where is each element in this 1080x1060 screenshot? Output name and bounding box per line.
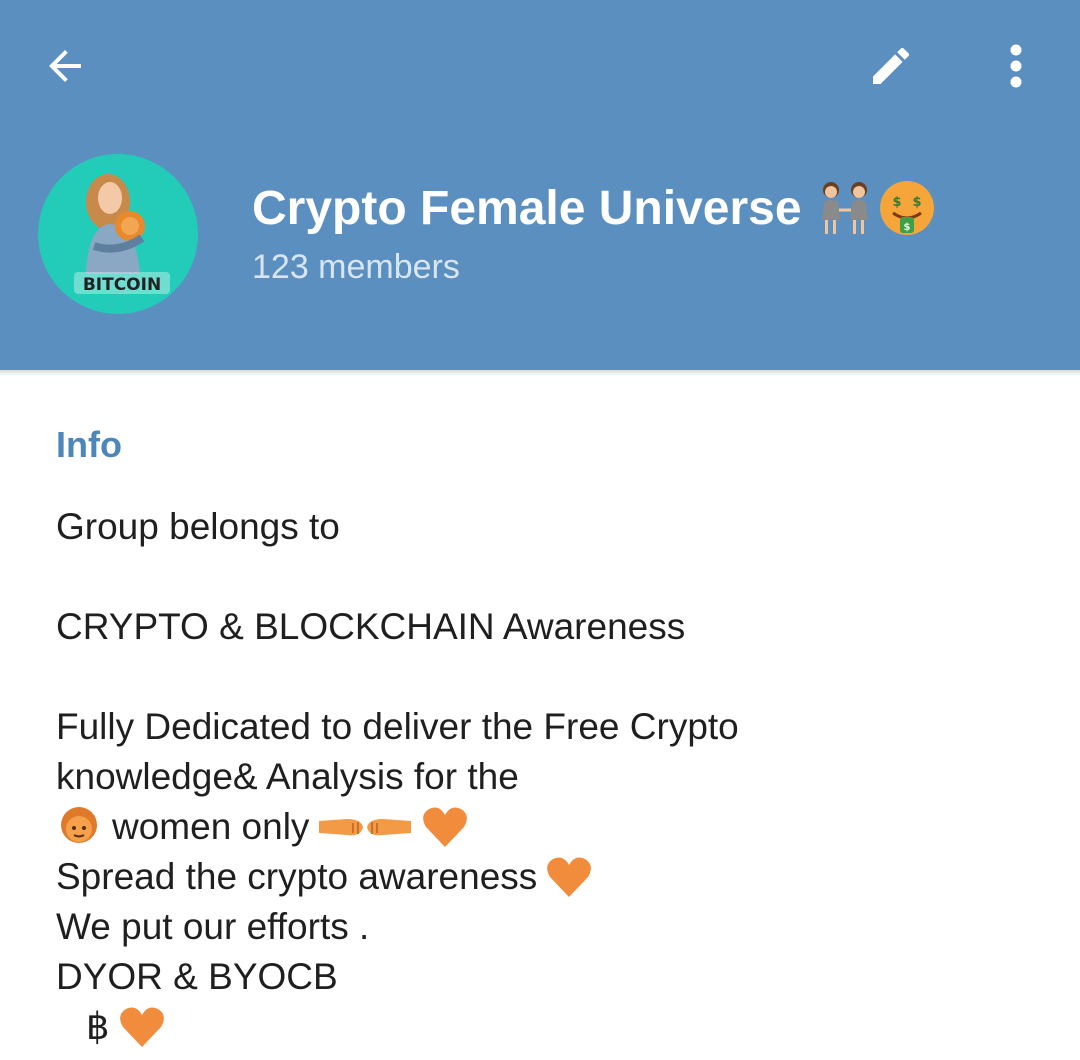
info-section-label: Info bbox=[56, 424, 122, 465]
arrow-left-icon bbox=[49, 50, 81, 82]
group-name: Crypto Female Universe bbox=[252, 181, 802, 235]
description-text: Spread the crypto awareness bbox=[56, 856, 538, 897]
title-emoji-group: $ $ $ bbox=[816, 179, 936, 237]
group-description: Group belongs to CRYPTO & BLOCKCHAIN Awa… bbox=[56, 502, 1046, 1052]
description-line-women: women only bbox=[56, 802, 1046, 852]
svg-text:$: $ bbox=[892, 195, 901, 210]
profile-header: BITCOIN Crypto Female Universe $ $ $ 123… bbox=[0, 0, 1080, 370]
description-line: Group belongs to bbox=[56, 506, 340, 547]
description-line: DYOR & BYOCB bbox=[56, 956, 338, 997]
description-line: Fully Dedicated to deliver the Free Cryp… bbox=[56, 706, 739, 747]
more-vertical-icon bbox=[1010, 44, 1022, 88]
group-avatar[interactable]: BITCOIN bbox=[38, 154, 198, 314]
back-button[interactable] bbox=[30, 36, 100, 96]
fist-bump-emoji bbox=[317, 807, 413, 847]
header-shadow bbox=[0, 370, 1080, 376]
money-mouth-face-emoji: $ $ $ bbox=[879, 181, 934, 235]
more-options-button[interactable] bbox=[984, 36, 1048, 96]
description-line: CRYPTO & BLOCKCHAIN Awareness bbox=[56, 606, 686, 647]
pencil-icon bbox=[873, 47, 909, 84]
description-text: women only bbox=[112, 806, 310, 847]
bitcoin-symbol: ฿ bbox=[86, 1006, 110, 1047]
women-holding-hands-emoji bbox=[821, 182, 868, 234]
orange-heart-emoji bbox=[118, 1005, 166, 1049]
group-title-row: Crypto Female Universe $ $ $ bbox=[252, 176, 936, 240]
member-count: 123 members bbox=[252, 248, 460, 286]
woman-emoji bbox=[56, 804, 102, 850]
description-line: We put our efforts . bbox=[56, 906, 370, 947]
edit-button[interactable] bbox=[856, 36, 926, 96]
description-line: knowledge& Analysis for the bbox=[56, 756, 519, 797]
orange-heart-emoji bbox=[545, 855, 593, 899]
orange-heart-emoji bbox=[421, 805, 469, 849]
svg-text:$: $ bbox=[912, 195, 921, 210]
avatar-logo-text: BITCOIN bbox=[83, 275, 161, 295]
svg-text:$: $ bbox=[903, 222, 910, 233]
description-line-spread: Spread the crypto awareness bbox=[56, 852, 1046, 902]
description-line-bitcoin: ฿ bbox=[56, 1002, 1046, 1052]
